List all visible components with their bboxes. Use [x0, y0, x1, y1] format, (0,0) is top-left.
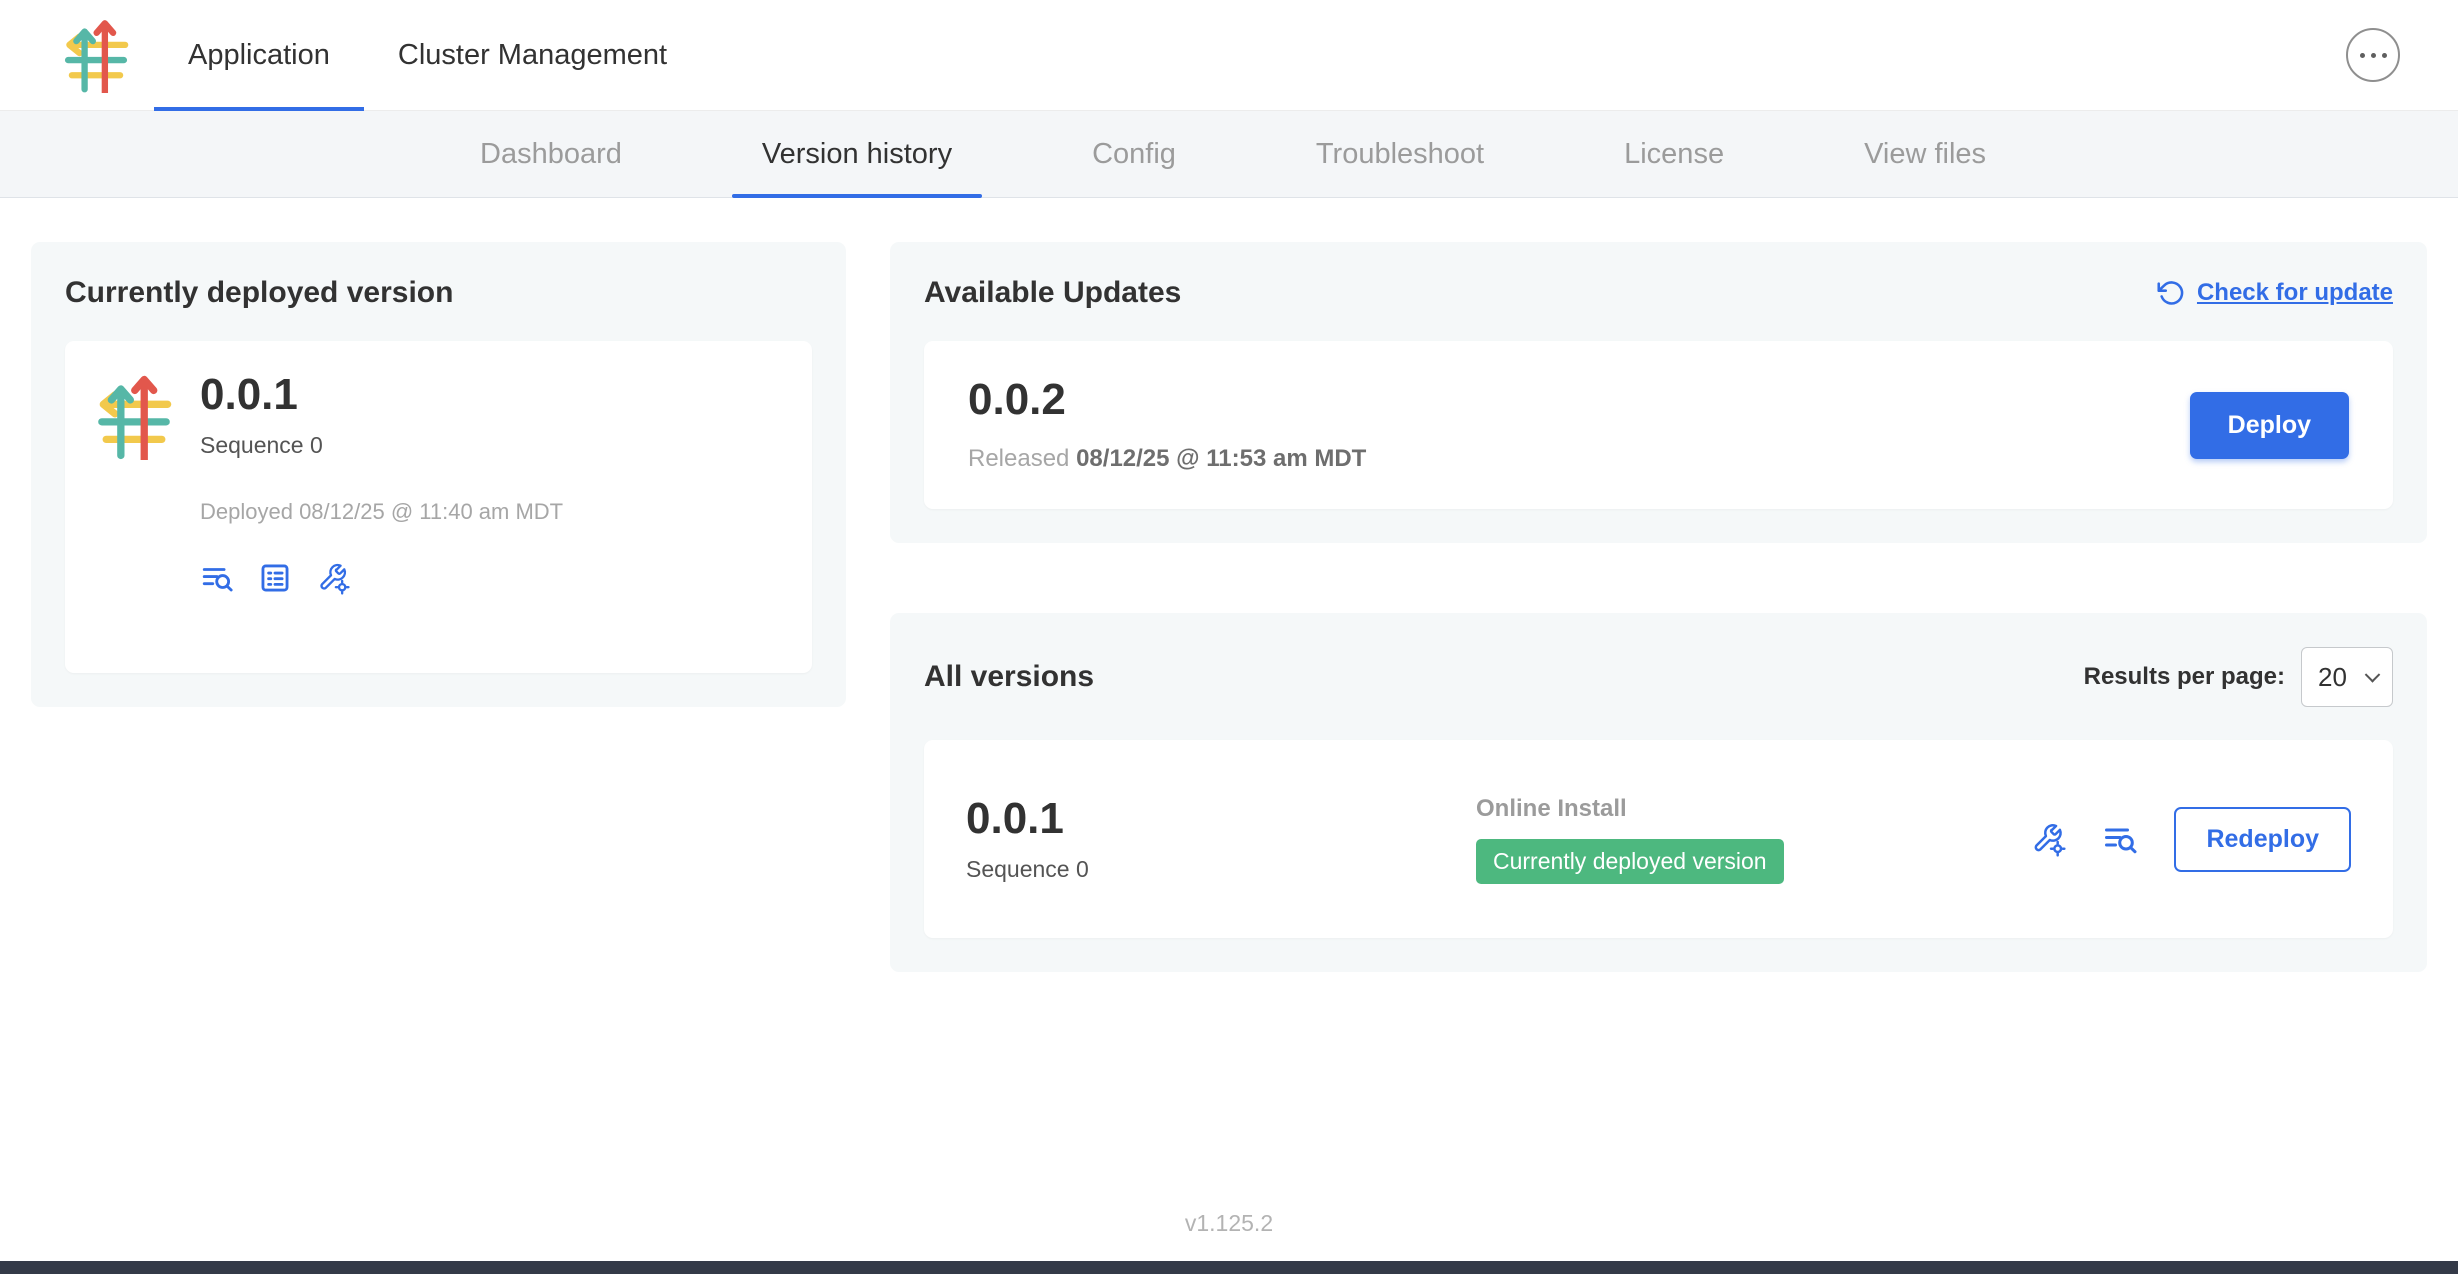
more-menu-button[interactable]	[2346, 28, 2400, 82]
tab-view-files-label: View files	[1864, 138, 1986, 171]
app-version-logo-icon	[96, 372, 172, 460]
edit-config-wrench-gear-icon[interactable]	[2030, 821, 2066, 857]
main-content: Currently deployed version	[0, 198, 2458, 1180]
currently-deployed-title: Currently deployed version	[65, 276, 812, 310]
current-version-info: 0.0.1 Sequence 0 Deployed 08/12/25 @ 11:…	[200, 372, 563, 595]
released-date: 08/12/25 @ 11:53 am MDT	[1076, 445, 1366, 472]
row-version-info: 0.0.1 Sequence 0	[966, 796, 1476, 883]
config-checklist-icon[interactable]	[258, 561, 292, 595]
app-tab-bar: Dashboard Version history Config Trouble…	[0, 111, 2458, 198]
refresh-icon	[2157, 279, 2185, 307]
all-versions-card: All versions Results per page: 20 0.0.	[890, 613, 2427, 972]
versions-column: Available Updates Check for update 0.0.2…	[890, 242, 2427, 972]
nav-application[interactable]: Application	[154, 0, 364, 110]
release-notes-icon[interactable]	[200, 561, 234, 595]
available-updates-title: Available Updates	[924, 276, 1181, 310]
row-version-sequence: Sequence 0	[966, 856, 1476, 883]
tab-config-label: Config	[1092, 138, 1176, 171]
current-version-sequence: Sequence 0	[200, 432, 563, 459]
results-per-page-select[interactable]: 20	[2301, 647, 2393, 707]
page: Application Cluster Management Dashboard…	[0, 0, 2458, 1274]
all-versions-title: All versions	[924, 660, 1094, 694]
row-install-info: Online Install Currently deployed versio…	[1476, 795, 1784, 884]
current-version-actions	[200, 561, 563, 595]
tab-version-history[interactable]: Version history	[692, 111, 1022, 197]
tab-troubleshoot-label: Troubleshoot	[1316, 138, 1484, 171]
row-actions: Redeploy	[2030, 807, 2351, 872]
current-version-panel: 0.0.1 Sequence 0 Deployed 08/12/25 @ 11:…	[65, 341, 812, 673]
current-version-number: 0.0.1	[200, 372, 563, 418]
check-for-update-label: Check for update	[2197, 279, 2393, 307]
results-per-page-select-wrap: 20	[2301, 647, 2393, 707]
tab-view-files[interactable]: View files	[1794, 111, 2056, 197]
currently-deployed-badge: Currently deployed version	[1476, 839, 1784, 884]
version-row: 0.0.1 Sequence 0 Online Install Currentl…	[924, 740, 2393, 938]
console-version: v1.125.2	[1185, 1210, 1273, 1236]
row-version-number: 0.0.1	[966, 796, 1476, 842]
check-for-update-link[interactable]: Check for update	[2157, 279, 2393, 307]
update-version-number: 0.0.2	[968, 377, 1366, 423]
bottom-bar	[0, 1261, 2458, 1274]
ellipsis-icon	[2371, 53, 2376, 58]
results-per-page-label: Results per page:	[2084, 663, 2285, 691]
deployed-timestamp: Deployed 08/12/25 @ 11:40 am MDT	[200, 499, 563, 525]
nav-cluster-management-label: Cluster Management	[398, 39, 667, 72]
primary-nav: Application Cluster Management	[154, 0, 701, 110]
nav-application-label: Application	[188, 39, 330, 72]
update-info: 0.0.2 Released 08/12/25 @ 11:53 am MDT	[968, 377, 1366, 473]
install-type-label: Online Install	[1476, 795, 1784, 823]
currently-deployed-card: Currently deployed version	[31, 242, 846, 707]
update-row: 0.0.2 Released 08/12/25 @ 11:53 am MDT D…	[924, 341, 2393, 509]
deploy-button[interactable]: Deploy	[2190, 392, 2349, 459]
current-version-column: Currently deployed version	[31, 242, 846, 707]
results-per-page: Results per page: 20	[2084, 647, 2393, 707]
release-notes-icon[interactable]	[2102, 821, 2138, 857]
tab-troubleshoot[interactable]: Troubleshoot	[1246, 111, 1554, 197]
available-updates-card: Available Updates Check for update 0.0.2…	[890, 242, 2427, 543]
ellipsis-icon	[2382, 53, 2387, 58]
top-navbar: Application Cluster Management	[0, 0, 2458, 111]
all-versions-header: All versions Results per page: 20	[924, 647, 2393, 707]
edit-config-wrench-gear-icon[interactable]	[316, 561, 350, 595]
app-logo-icon	[63, 17, 129, 93]
released-prefix: Released	[968, 445, 1076, 472]
tab-dashboard[interactable]: Dashboard	[410, 111, 692, 197]
tab-version-history-label: Version history	[762, 138, 952, 171]
available-updates-header: Available Updates Check for update	[924, 276, 2393, 310]
released-timestamp: Released 08/12/25 @ 11:53 am MDT	[968, 445, 1366, 473]
footer: v1.125.2	[0, 1180, 2458, 1261]
tab-license[interactable]: License	[1554, 111, 1794, 197]
redeploy-button[interactable]: Redeploy	[2174, 807, 2351, 872]
ellipsis-icon	[2360, 53, 2365, 58]
tab-license-label: License	[1624, 138, 1724, 171]
tab-dashboard-label: Dashboard	[480, 138, 622, 171]
nav-cluster-management[interactable]: Cluster Management	[364, 0, 701, 110]
tab-config[interactable]: Config	[1022, 111, 1246, 197]
